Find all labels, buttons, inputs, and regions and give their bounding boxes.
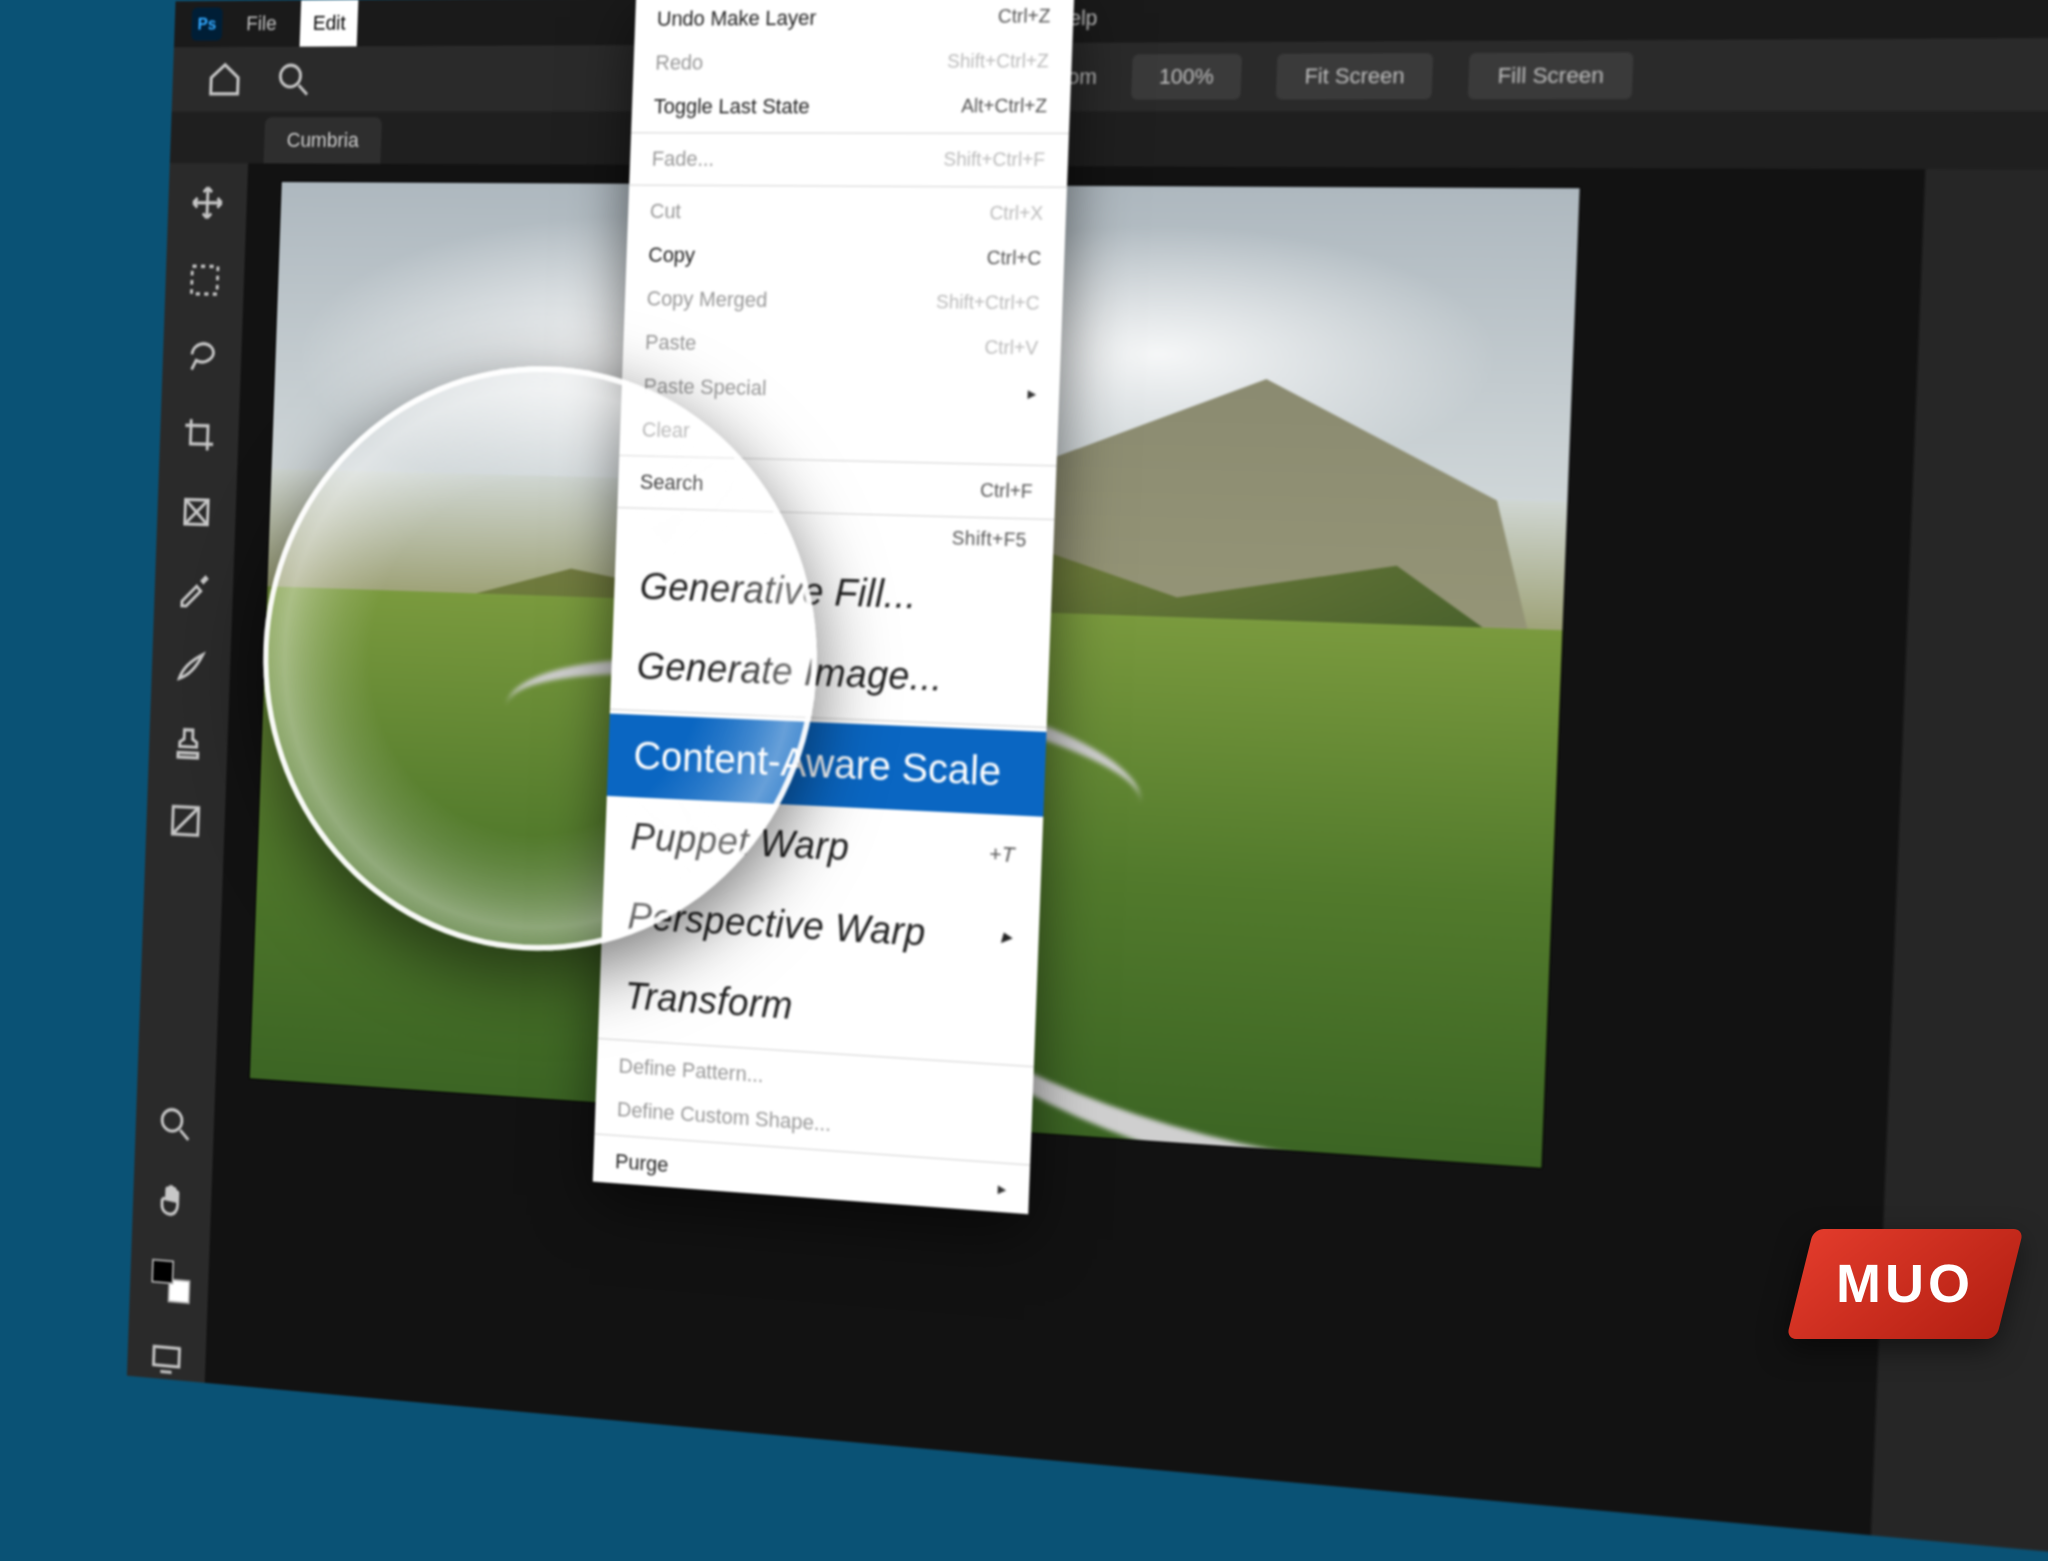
- marquee-tool-icon[interactable]: [184, 259, 225, 302]
- menu-item-redo: RedoShift+Ctrl+Z: [633, 39, 1073, 85]
- menu-edit[interactable]: Edit: [300, 0, 359, 47]
- canvas-area: [205, 163, 1926, 1535]
- fit-screen-button[interactable]: Fit Screen: [1276, 53, 1434, 99]
- stamp-tool-icon[interactable]: [168, 722, 209, 766]
- eyedropper-tool-icon[interactable]: [173, 568, 214, 612]
- document-tab-bar: Cumbria: [170, 111, 2048, 170]
- menu-item-clear: Clear: [619, 408, 1058, 462]
- menu-item-generative-fill[interactable]: Generative Fill...: [613, 546, 1053, 641]
- frame-tool-icon[interactable]: [176, 490, 217, 533]
- photoshop-logo-icon: Ps: [191, 7, 223, 40]
- edit-menu-dropdown: Undo Make LayerCtrl+Z RedoShift+Ctrl+Z T…: [593, 0, 1075, 1214]
- menu-file[interactable]: File: [246, 12, 277, 36]
- zoom-value-button[interactable]: 100%: [1131, 54, 1242, 100]
- menu-item-copy-merged: Copy MergedShift+Ctrl+C: [624, 277, 1063, 327]
- lasso-tool-icon[interactable]: [182, 336, 223, 379]
- menu-item-undo[interactable]: Undo Make LayerCtrl+Z: [634, 0, 1074, 41]
- menu-item-toggle-last-state[interactable]: Toggle Last StateAlt+Ctrl+Z: [631, 84, 1071, 129]
- fill-screen-button[interactable]: Fill Screen: [1468, 52, 1634, 99]
- screen-mode-icon[interactable]: [146, 1335, 186, 1381]
- crop-tool-icon[interactable]: [179, 413, 220, 456]
- fill-shortcut-label: Shift+F5: [951, 525, 1027, 554]
- hand-tool-icon[interactable]: [152, 1178, 192, 1223]
- photoshop-window: Ps File Edit Plugins Window Help ✓ All W…: [127, 0, 2048, 1561]
- menu-item-fade: Fade...Shift+Ctrl+F: [629, 137, 1069, 183]
- document-tab[interactable]: Cumbria: [264, 117, 383, 164]
- zoom-tool-icon[interactable]: [155, 1101, 195, 1146]
- menu-item-copy[interactable]: CopyCtrl+C: [626, 233, 1065, 282]
- menu-item-paste: PasteCtrl+V: [623, 320, 1062, 371]
- menu-item-cut: CutCtrl+X: [627, 189, 1066, 236]
- foreground-background-colors-icon[interactable]: [147, 1255, 191, 1304]
- brush-tool-icon[interactable]: [171, 645, 212, 689]
- options-bar: ✓ All Windows ✓ Scrubby Zoom 100% Fit Sc…: [172, 37, 2048, 111]
- gradient-tool-icon[interactable]: [165, 799, 206, 843]
- home-icon[interactable]: [206, 60, 243, 99]
- move-tool-icon[interactable]: [187, 182, 228, 225]
- menu-item-generate-image[interactable]: Generate Image...: [610, 625, 1050, 723]
- menu-item-search[interactable]: SearchCtrl+F: [618, 460, 1057, 516]
- muo-watermark: MUO: [1800, 1229, 2010, 1339]
- zoom-tool-indicator-icon[interactable]: [273, 58, 314, 101]
